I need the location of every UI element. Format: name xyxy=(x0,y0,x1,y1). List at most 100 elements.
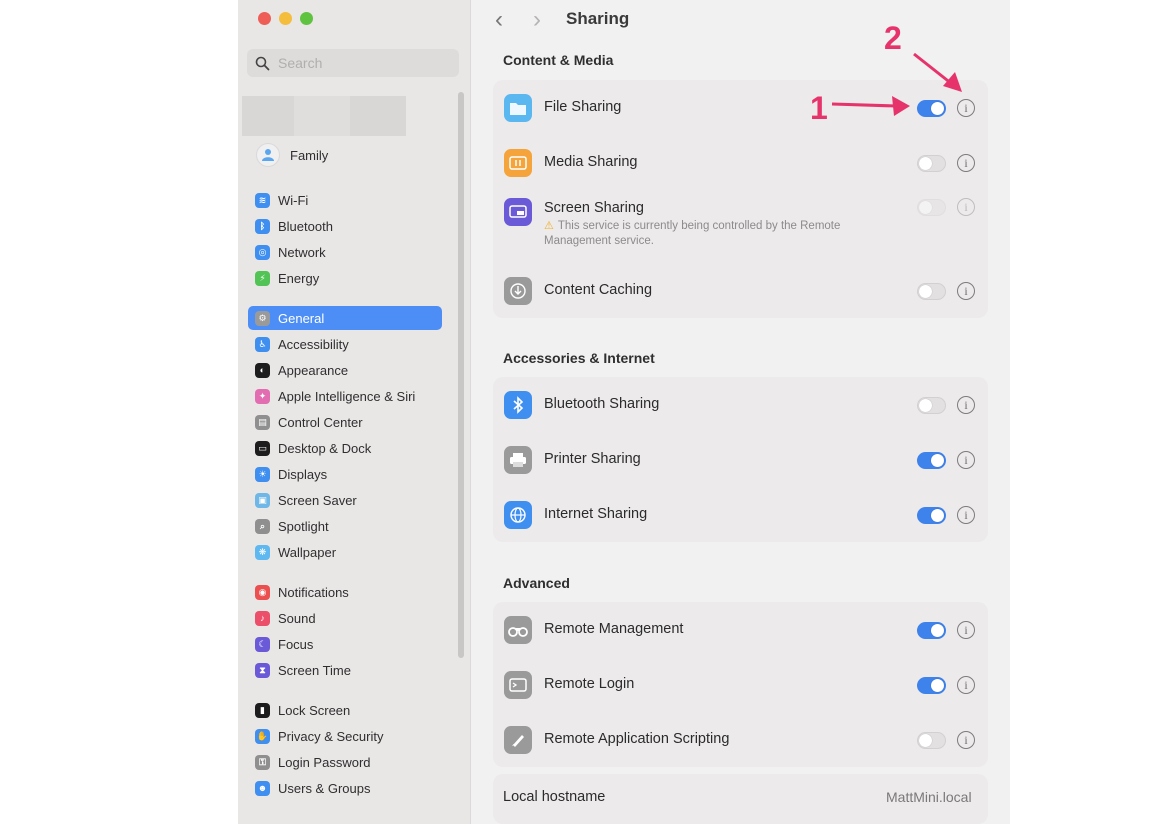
sharing-row-label: Media Sharing xyxy=(544,154,638,170)
minimize-window-button[interactable] xyxy=(279,12,292,25)
remote-management-info-icon[interactable]: i xyxy=(957,621,975,639)
internet-sharing-info-icon[interactable]: i xyxy=(957,506,975,524)
sidebar-item-bluetooth[interactable]: ᛒ Bluetooth xyxy=(248,214,442,238)
sidebar-item-screen-time[interactable]: ⧗ Screen Time xyxy=(248,658,442,682)
energy-icon: ⚡ xyxy=(255,270,270,286)
remote-management-toggle[interactable] xyxy=(917,622,946,639)
sidebar-item-displays[interactable]: ☀ Displays xyxy=(248,462,442,486)
sidebar-scrollbar[interactable] xyxy=(458,92,464,658)
internet-sharing-toggle[interactable] xyxy=(917,507,946,524)
sidebar-item-energy[interactable]: ⚡ Energy xyxy=(248,266,442,290)
sidebar-item-desktop-dock[interactable]: ▭ Desktop & Dock xyxy=(248,436,442,460)
globe-icon xyxy=(504,501,532,529)
zoom-window-button[interactable] xyxy=(300,12,313,25)
sidebar-item-label: Wallpaper xyxy=(278,544,337,560)
lock-screen-icon: ▮ xyxy=(255,702,270,718)
screen-sharing-icon xyxy=(504,198,532,226)
settings-window: Family ≋ Wi-Fi ᛒ Bluetooth ◎ Network ⚡ Energy ⚙ G… xyxy=(238,0,1010,824)
sharing-row-label: Remote Login xyxy=(544,676,635,692)
sharing-row-remote-management: Remote Management i xyxy=(493,602,988,657)
back-button[interactable]: ‹ xyxy=(495,8,503,32)
file-sharing-toggle[interactable] xyxy=(917,100,946,117)
media-sharing-toggle[interactable] xyxy=(917,155,946,172)
accessibility-icon: ♿ xyxy=(255,336,270,352)
gear-icon: ⚙ xyxy=(255,310,270,326)
sharing-row-remote-application-scripting: Remote Application Scripting i xyxy=(493,712,988,767)
media-sharing-icon xyxy=(504,149,532,177)
remote-login-info-icon[interactable]: i xyxy=(957,676,975,694)
sidebar-item-wallpaper[interactable]: ❋ Wallpaper xyxy=(248,540,442,564)
content-caching-info-icon[interactable]: i xyxy=(957,282,975,300)
sharing-row-printer-sharing: Printer Sharing i xyxy=(493,432,988,487)
forward-button[interactable]: › xyxy=(533,8,541,32)
sidebar-item-lock-screen[interactable]: ▮ Lock Screen xyxy=(248,698,442,722)
privacy-icon: ✋ xyxy=(255,728,270,744)
sharing-row-file-sharing: File Sharing i xyxy=(493,80,988,135)
remote-application-scripting-toggle[interactable] xyxy=(917,732,946,749)
sharing-row-note-text: This service is currently being controll… xyxy=(544,220,841,247)
sidebar-item-label: Spotlight xyxy=(278,518,329,534)
bluetooth-sharing-info-icon[interactable]: i xyxy=(957,396,975,414)
sidebar-item-accessibility[interactable]: ♿ Accessibility xyxy=(248,332,442,356)
bluetooth-sharing-toggle[interactable] xyxy=(917,397,946,414)
sharing-row-remote-login: Remote Login i xyxy=(493,657,988,712)
sound-icon: ♪ xyxy=(255,610,270,626)
remote-application-scripting-info-icon[interactable]: i xyxy=(957,731,975,749)
sidebar-item-wi-fi[interactable]: ≋ Wi-Fi xyxy=(248,188,442,212)
main-pane: ‹ › Sharing Content & Media File Sharing i… xyxy=(471,0,1010,824)
sidebar-item-screen-saver[interactable]: ▣ Screen Saver xyxy=(248,488,442,512)
content-caching-toggle[interactable] xyxy=(917,283,946,300)
sidebar-item-login-password[interactable]: ⚿ Login Password xyxy=(248,750,442,774)
sharing-row-label: Content Caching xyxy=(544,282,653,298)
sidebar: Family ≋ Wi-Fi ᛒ Bluetooth ◎ Network ⚡ Energy ⚙ G… xyxy=(238,0,471,824)
sharing-row-label: Remote Application Scripting xyxy=(544,731,730,747)
close-window-button[interactable] xyxy=(258,12,271,25)
sidebar-item-appearance[interactable]: ◐ Appearance xyxy=(248,358,442,382)
sidebar-item-privacy-security[interactable]: ✋ Privacy & Security xyxy=(248,724,442,748)
sidebar-item-family[interactable]: Family xyxy=(256,143,328,167)
sidebar-item-focus[interactable]: ☾ Focus xyxy=(248,632,442,656)
sharing-row-screen-sharing: Screen Sharing ⚠ This service is currently… xyxy=(493,190,988,263)
sharing-row-content-caching: Content Caching i xyxy=(493,263,988,318)
screen-sharing-toggle[interactable] xyxy=(917,199,946,216)
binoculars-icon xyxy=(504,616,532,644)
sharing-row-label: Bluetooth Sharing xyxy=(544,396,660,412)
siri-icon: ✦ xyxy=(255,388,270,404)
sidebar-item-label: Control Center xyxy=(278,414,363,430)
sidebar-item-label: General xyxy=(278,310,325,326)
sidebar-item-control-center[interactable]: ▤ Control Center xyxy=(248,410,442,434)
redacted-profile-block xyxy=(294,96,350,136)
bluetooth-icon: ᛒ xyxy=(255,218,270,234)
printer-sharing-toggle[interactable] xyxy=(917,452,946,469)
sidebar-item-users-groups[interactable]: ☻ Users & Groups xyxy=(248,776,442,800)
remote-login-toggle[interactable] xyxy=(917,677,946,694)
sidebar-item-network[interactable]: ◎ Network xyxy=(248,240,442,264)
sidebar-item-spotlight[interactable]: ⌕ Spotlight xyxy=(248,514,442,538)
sidebar-item-label: Energy xyxy=(278,270,320,286)
sidebar-item-label: Login Password xyxy=(278,754,371,770)
sharing-row-internet-sharing: Internet Sharing i xyxy=(493,487,988,542)
sidebar-item-label: Bluetooth xyxy=(278,218,333,234)
sidebar-item-label: Sound xyxy=(278,610,316,626)
sidebar-item-label: Accessibility xyxy=(278,336,349,352)
printer-sharing-info-icon[interactable]: i xyxy=(957,451,975,469)
sidebar-item-notifications[interactable]: ◉ Notifications xyxy=(248,580,442,604)
sidebar-item-general[interactable]: ⚙ General xyxy=(248,306,442,330)
sidebar-item-label: Screen Time xyxy=(278,662,351,678)
screen-sharing-info-icon[interactable]: i xyxy=(957,198,975,216)
redacted-profile-block xyxy=(242,96,294,136)
desktop-dock-icon: ▭ xyxy=(255,440,270,456)
sidebar-item-sound[interactable]: ♪ Sound xyxy=(248,606,442,630)
sharing-row-bluetooth-sharing: Bluetooth Sharing i xyxy=(493,377,988,432)
search-input[interactable] xyxy=(276,54,450,72)
window-controls xyxy=(258,12,313,25)
sidebar-item-label: Privacy & Security xyxy=(278,728,384,744)
search-field[interactable] xyxy=(247,49,459,77)
media-sharing-info-icon[interactable]: i xyxy=(957,154,975,172)
sidebar-item-label: Focus xyxy=(278,636,314,652)
file-sharing-info-icon[interactable]: i xyxy=(957,99,975,117)
sidebar-item-apple-intelligence-siri[interactable]: ✦ Apple Intelligence & Siri xyxy=(248,384,442,408)
content-caching-icon xyxy=(504,277,532,305)
sidebar-item-label: Screen Saver xyxy=(278,492,357,508)
screen-time-icon: ⧗ xyxy=(255,662,270,678)
